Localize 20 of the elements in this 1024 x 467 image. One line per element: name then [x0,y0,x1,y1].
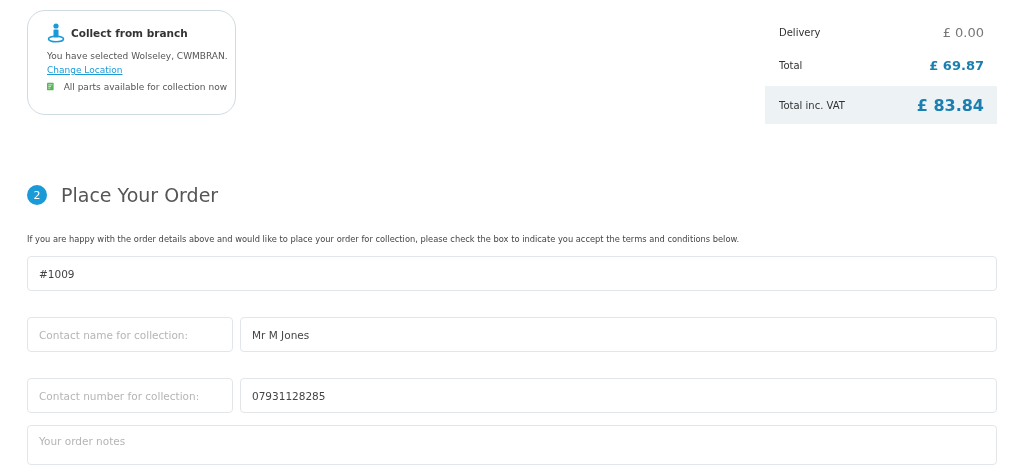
summary-amount: £ 0.00 [942,25,984,40]
contact-value-field[interactable]: Mr M Jones [240,317,997,352]
selected-branch-text: You have selected Wolseley, CWMBRAN. [47,51,227,61]
person-pin-icon [47,23,65,43]
contact-label-field[interactable]: Contact name for collection: [27,317,233,352]
instructions-text: If you are happy with the order details above and would like to place your order for collection, please check the box to indicate you accept the terms and conditions below. [27,234,741,244]
summary-label: Total inc. VAT [779,99,845,111]
summary-amount: £ 83.84 [916,95,984,115]
contact-value-field[interactable]: 07931128285 [240,378,997,413]
order-notes-field[interactable]: Your order notes [27,425,997,465]
summary-label: Delivery [779,27,821,38]
order-reference-field[interactable]: #1009 [27,256,997,291]
step-number: 2 [27,185,47,205]
section-title: Place Your Order [61,184,219,206]
checklist-icon [47,81,54,92]
contact-label-field[interactable]: Contact number for collection: [27,378,233,413]
availability-text: All parts available for collection now [63,81,227,92]
card-title: Collect from branch [71,27,188,39]
summary-amount: £ 69.87 [929,58,984,73]
summary-label: Total [779,60,803,71]
